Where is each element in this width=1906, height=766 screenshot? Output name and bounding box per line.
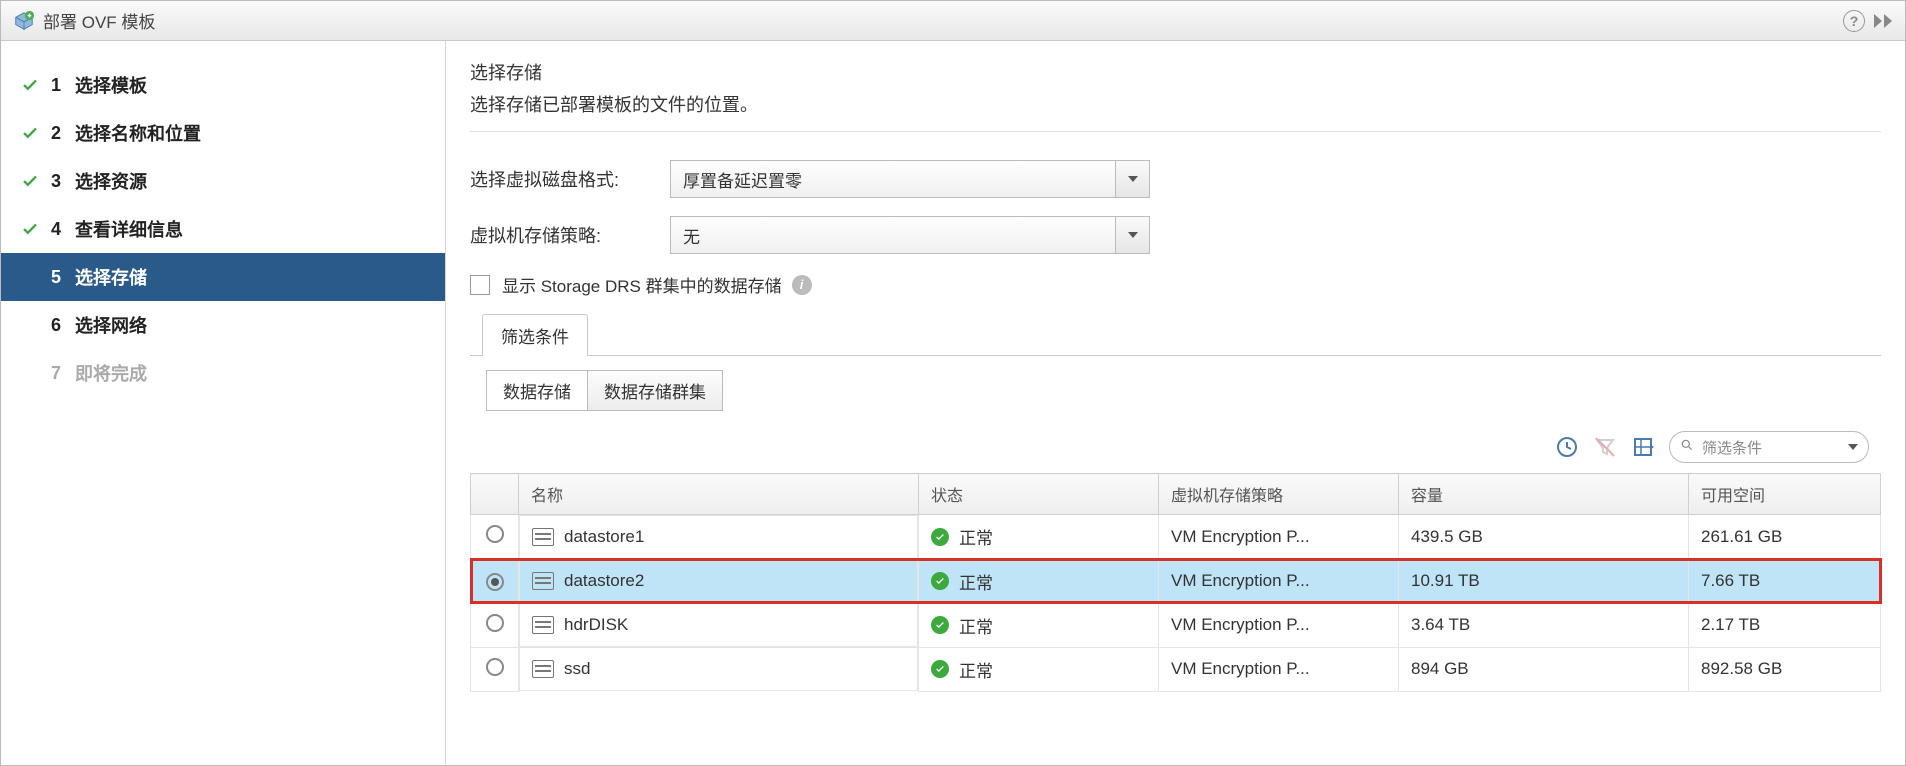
table-row[interactable]: datastore1 正常 VM Encryption P...439.5 GB26… [471, 515, 1881, 560]
info-icon[interactable]: i [792, 275, 812, 295]
datastore-name: hdrDISK [564, 615, 628, 635]
column-settings-icon[interactable] [1631, 435, 1655, 459]
titlebar: 部署 OVF 模板 ? [1, 1, 1905, 41]
row-radio[interactable] [486, 573, 504, 591]
step-label: 选择存储 [75, 264, 147, 290]
storage-policy-value: 无 [683, 223, 700, 248]
row-radio[interactable] [486, 525, 504, 543]
status-ok-icon [931, 528, 949, 546]
datastore-icon [532, 572, 554, 590]
capacity-cell: 10.91 TB [1399, 559, 1689, 603]
disk-format-value: 厚置备延迟置零 [683, 167, 802, 192]
step-number: 2 [51, 123, 75, 144]
datastore-table: 名称 状态 虚拟机存储策略 容量 可用空间 datastore1 正常 VM Enc… [470, 473, 1881, 692]
free-cell: 261.61 GB [1689, 515, 1881, 560]
col-policy[interactable]: 虚拟机存储策略 [1159, 474, 1399, 515]
table-row[interactable]: datastore2 正常 VM Encryption P...10.91 TB7.… [471, 559, 1881, 603]
search-icon [1680, 438, 1694, 456]
datastore-icon [532, 616, 554, 634]
datastores-button[interactable]: 数据存储 [486, 370, 588, 411]
policy-cell: VM Encryption P... [1159, 515, 1399, 560]
wizard-step-7: 7即将完成 [1, 349, 445, 397]
step-label: 选择网络 [75, 312, 147, 338]
datastore-icon [532, 528, 554, 546]
free-cell: 892.58 GB [1689, 647, 1881, 691]
wizard-step-5[interactable]: 5选择存储 [1, 253, 445, 301]
datastore-clusters-button[interactable]: 数据存储群集 [588, 370, 723, 411]
page-subtitle: 选择存储已部署模板的文件的位置。 [470, 91, 1881, 132]
status-text: 正常 [959, 524, 993, 549]
wizard-step-4[interactable]: 4查看详细信息 [1, 205, 445, 253]
status-ok-icon [931, 572, 949, 590]
storage-policy-dropdown[interactable]: 无 [670, 216, 1150, 254]
checkmark-icon [19, 220, 41, 238]
storage-policy-label: 虚拟机存储策略: [470, 222, 670, 248]
step-label: 即将完成 [75, 360, 147, 386]
step-number: 1 [51, 75, 75, 96]
step-number: 3 [51, 171, 75, 192]
filter-placeholder: 筛选条件 [1702, 437, 1762, 458]
datastore-name: datastore2 [564, 571, 644, 591]
page-title: 选择存储 [470, 59, 1881, 85]
status-text: 正常 [959, 657, 993, 682]
status-text: 正常 [959, 569, 993, 594]
clear-filter-icon[interactable] [1593, 435, 1617, 459]
checkmark-icon [19, 124, 41, 142]
table-row[interactable]: ssd 正常 VM Encryption P...894 GB892.58 GB [471, 647, 1881, 691]
disk-format-label: 选择虚拟磁盘格式: [470, 166, 670, 192]
disk-format-dropdown[interactable]: 厚置备延迟置零 [670, 160, 1150, 198]
recent-icon[interactable] [1555, 435, 1579, 459]
step-number: 6 [51, 315, 75, 336]
capacity-cell: 3.64 TB [1399, 603, 1689, 647]
table-row[interactable]: hdrDISK 正常 VM Encryption P...3.64 TB2.17 T… [471, 603, 1881, 647]
step-label: 选择名称和位置 [75, 120, 201, 146]
help-icon[interactable]: ? [1843, 10, 1865, 32]
col-status[interactable]: 状态 [919, 474, 1159, 515]
step-label: 选择资源 [75, 168, 147, 194]
ovf-box-icon [13, 10, 35, 32]
col-name[interactable]: 名称 [519, 474, 919, 515]
capacity-cell: 439.5 GB [1399, 515, 1689, 560]
policy-cell: VM Encryption P... [1159, 603, 1399, 647]
wizard-step-6[interactable]: 6选择网络 [1, 301, 445, 349]
expand-chevron-icon[interactable] [1874, 14, 1882, 28]
checkmark-icon [19, 76, 41, 94]
policy-cell: VM Encryption P... [1159, 647, 1399, 691]
step-label: 查看详细信息 [75, 216, 183, 242]
drs-checkbox[interactable] [470, 275, 490, 295]
wizard-steps-sidebar: 1选择模板2选择名称和位置3选择资源4查看详细信息5选择存储6选择网络7即将完成 [1, 41, 446, 765]
policy-cell: VM Encryption P... [1159, 559, 1399, 603]
window-title: 部署 OVF 模板 [43, 8, 155, 33]
filter-input[interactable]: 筛选条件 [1669, 431, 1869, 463]
step-number: 7 [51, 363, 75, 384]
col-free[interactable]: 可用空间 [1689, 474, 1881, 515]
capacity-cell: 894 GB [1399, 647, 1689, 691]
row-radio[interactable] [486, 614, 504, 632]
status-ok-icon [931, 616, 949, 634]
status-ok-icon [931, 660, 949, 678]
expand-chevron-icon-2[interactable] [1884, 14, 1892, 28]
drs-checkbox-label: 显示 Storage DRS 群集中的数据存储 [502, 272, 782, 297]
col-capacity[interactable]: 容量 [1399, 474, 1689, 515]
dropdown-toggle-icon[interactable] [1115, 161, 1149, 197]
col-select [471, 474, 519, 515]
wizard-step-3[interactable]: 3选择资源 [1, 157, 445, 205]
step-label: 选择模板 [75, 72, 147, 98]
status-text: 正常 [959, 613, 993, 638]
row-radio[interactable] [486, 658, 504, 676]
datastore-name: datastore1 [564, 527, 644, 547]
checkmark-icon [19, 172, 41, 190]
chevron-down-icon [1848, 444, 1858, 450]
main-content: 选择存储 选择存储已部署模板的文件的位置。 选择虚拟磁盘格式: 厚置备延迟置零 … [446, 41, 1905, 765]
dropdown-toggle-icon[interactable] [1115, 217, 1149, 253]
free-cell: 2.17 TB [1689, 603, 1881, 647]
step-number: 4 [51, 219, 75, 240]
wizard-step-1[interactable]: 1选择模板 [1, 61, 445, 109]
wizard-step-2[interactable]: 2选择名称和位置 [1, 109, 445, 157]
datastore-name: ssd [564, 659, 590, 679]
datastore-icon [532, 660, 554, 678]
step-number: 5 [51, 267, 75, 288]
tab-filter[interactable]: 筛选条件 [482, 314, 588, 356]
free-cell: 7.66 TB [1689, 559, 1881, 603]
